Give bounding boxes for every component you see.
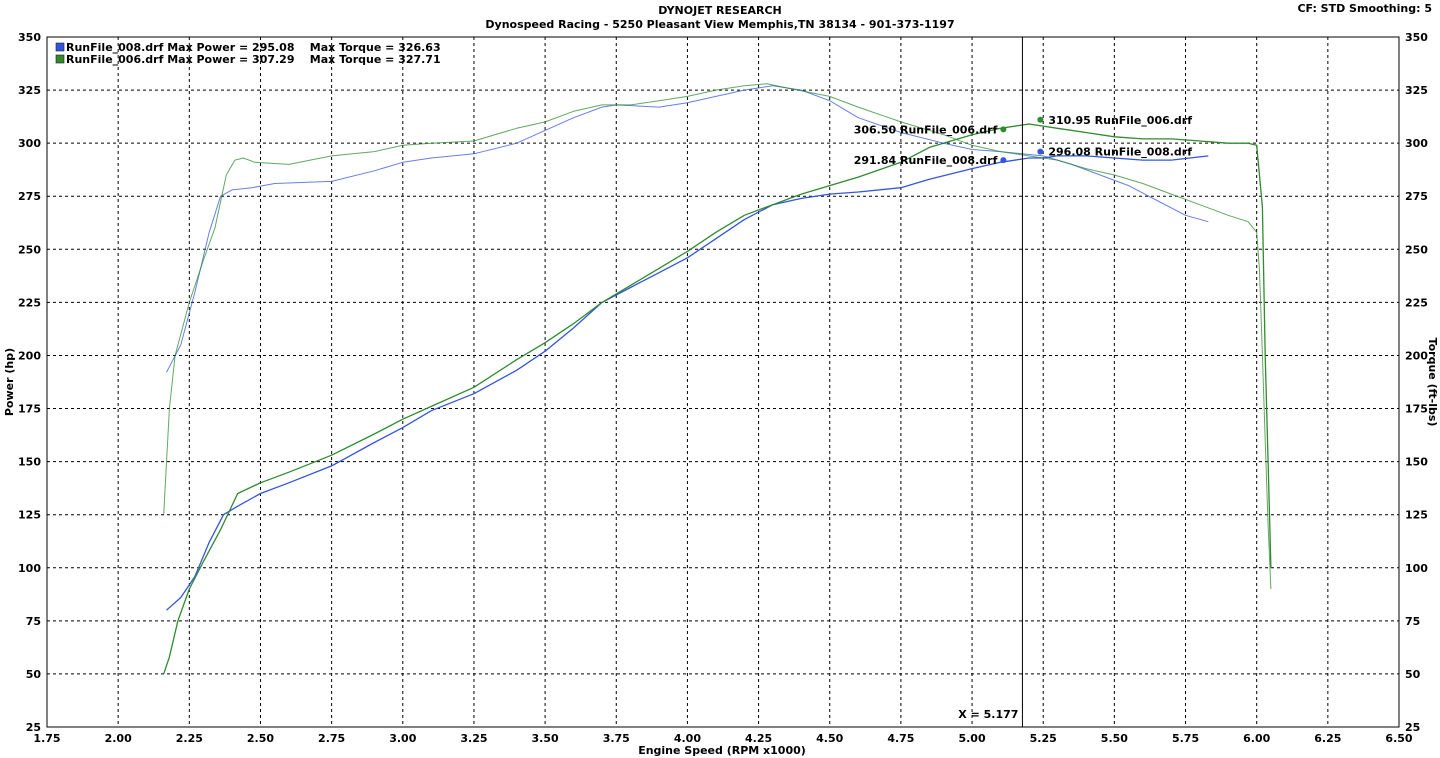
- x-tick-label: 5.00: [958, 732, 985, 745]
- y2-tick-label: 325: [1405, 84, 1428, 97]
- y2-tick-label: 25: [1405, 721, 1420, 734]
- annotation-label: 310.95 RunFile_006.drf: [1048, 114, 1192, 127]
- x-tick-label: 5.50: [1101, 732, 1128, 745]
- y-tick-label: 100: [18, 562, 41, 575]
- x-tick-label: 5.25: [1030, 732, 1057, 745]
- series-power-line: [163, 123, 1272, 675]
- axes: 1.75 2.00 2.25 2.50 2.75 3.00 3.25 3.50 3.75 4.00…: [18, 31, 1428, 745]
- legend: RunFile_008.drf Max Power = 295.08 Max T…: [55, 41, 441, 66]
- x-tick-label: 2.50: [247, 732, 274, 745]
- annotation-marker: [1000, 157, 1007, 164]
- series-torque-line: [163, 83, 1272, 590]
- annotation-label: 291.84 RunFile_008.drf: [854, 154, 998, 167]
- y2-tick-label: 100: [1405, 562, 1428, 575]
- y-tick-label: 350: [18, 31, 41, 44]
- x-tick-label: 2.25: [176, 732, 203, 745]
- legend-swatch: [55, 54, 65, 64]
- annotation-marker: [1037, 116, 1044, 123]
- x-tick-label: 4.50: [816, 732, 843, 745]
- y2-tick-label: 275: [1405, 190, 1428, 203]
- x-axis-label: Engine Speed (RPM x1000): [638, 744, 806, 757]
- annotation-marker: [1000, 126, 1007, 133]
- y2-tick-label: 225: [1405, 296, 1428, 309]
- x-tick-label: 6.00: [1243, 732, 1270, 745]
- y-tick-label: 200: [18, 349, 41, 362]
- x-tick-label: 2.00: [105, 732, 132, 745]
- dyno-chart: X = 5.177 310.95 RunFile_006.drf 306.50 R…: [3, 31, 1439, 757]
- curves: [163, 83, 1272, 675]
- y-tick-label: 175: [18, 403, 41, 416]
- y2-tick-label: 175: [1405, 403, 1428, 416]
- y-tick-label: 75: [26, 615, 41, 628]
- y2-tick-label: 125: [1405, 509, 1428, 522]
- y2-tick-label: 150: [1405, 456, 1428, 469]
- cursor-readout: X = 5.177: [958, 708, 1018, 721]
- y-tick-label: 125: [18, 509, 41, 522]
- y-tick-label: 150: [18, 456, 41, 469]
- y2-axis-label: Torque (ft-lbs): [1426, 338, 1439, 427]
- annotation-label: 296.08 RunFile_008.drf: [1048, 146, 1192, 159]
- y-tick-label: 250: [18, 243, 41, 256]
- y2-tick-label: 300: [1405, 137, 1428, 150]
- x-tick-label: 3.00: [389, 732, 416, 745]
- annotation-label: 306.50 RunFile_006.drf: [854, 123, 998, 136]
- y2-tick-label: 250: [1405, 243, 1428, 256]
- x-tick-label: 3.75: [603, 732, 630, 745]
- y2-tick-label: 350: [1405, 31, 1428, 44]
- x-tick-label: 3.25: [460, 732, 487, 745]
- x-tick-label: 4.75: [887, 732, 914, 745]
- y-tick-label: 225: [18, 296, 41, 309]
- y-tick-label: 50: [26, 668, 42, 681]
- y-tick-label: 300: [18, 137, 41, 150]
- annotation-marker: [1037, 148, 1044, 155]
- x-tick-label: 2.75: [318, 732, 345, 745]
- legend-swatch: [55, 42, 65, 52]
- x-tick-label: 6.25: [1314, 732, 1341, 745]
- x-tick-label: 5.75: [1172, 732, 1199, 745]
- y2-tick-label: 75: [1405, 615, 1420, 628]
- y2-tick-label: 200: [1405, 349, 1428, 362]
- legend-entry: RunFile_006.drf Max Power = 307.29 Max T…: [66, 53, 441, 66]
- y-tick-label: 25: [26, 721, 41, 734]
- y2-tick-label: 50: [1405, 668, 1421, 681]
- y-axis-label: Power (hp): [3, 348, 16, 416]
- y-tick-label: 275: [18, 190, 41, 203]
- y-tick-label: 325: [18, 84, 41, 97]
- x-tick-label: 3.50: [532, 732, 559, 745]
- cursor-line: X = 5.177: [958, 37, 1023, 727]
